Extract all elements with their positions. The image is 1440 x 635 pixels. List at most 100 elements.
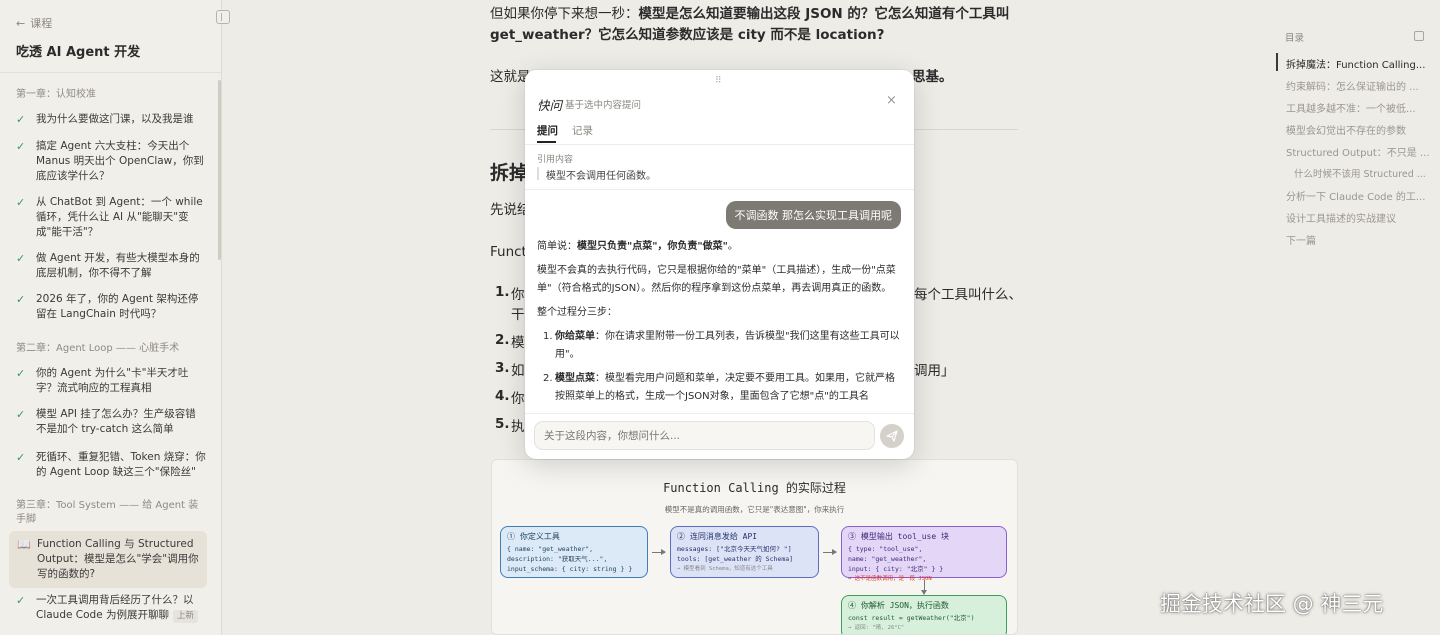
answer-paragraph: 简单说：模型只负责"点菜"，你负责"做菜"。 [537,241,738,252]
ask-input[interactable] [534,421,875,450]
list-item-text: 你 [511,391,525,407]
lesson-item[interactable]: ✓ 从 ChatBot 到 Agent：一个 while 循环，凭什么让 AI … [16,195,206,240]
sidebar: ← 课程 吃透 AI Agent 开发 第一章：认知校准 ✓ 我为什么要做这门课… [0,0,222,635]
list-item-text: 每个工具叫什么、 [914,287,1022,303]
toc-item[interactable]: 模型会幻觉出不存在的参数 [1286,122,1406,137]
lesson-item[interactable]: ✓ 模型 API 挂了怎么办？生产级容错不是加个 try-catch 这么简单 [16,407,206,437]
send-icon [886,430,898,442]
lesson-item[interactable]: ✓ 做 Agent 开发，有些大模型本身的底层机制，你不得不了解 [16,251,206,281]
diagram-step-3: ③ 模型输出 tool_use 块 { type: "tool_use", na… [841,526,1007,582]
diagram-step-2: ② 连同消息发给 API messages: ["北京今天天气如何? "] to… [670,526,819,578]
answer-step: 2. 模型点菜：模型看完用户问题和菜单，决定要不要用工具。如果用，它就严格按照菜单… [543,373,895,402]
check-icon: ✓ [16,140,26,153]
drag-handle-icon[interactable]: ⠿ [715,76,722,86]
article-paragraph-end: 思基。 [912,69,953,85]
lesson-title: 一次工具调用背后经历了什么？以 Claude Code 为例展开聊聊 上新 [36,593,206,623]
popup-divider [525,144,914,145]
close-icon[interactable]: × [886,93,897,108]
answer-paragraph: 模型不会真的去执行代码，它只是根据你给的"菜单"（工具描述），生成一份"点菜单"… [537,265,896,294]
lesson-title: 模型 API 挂了怎么办？生产级容错不是加个 try-catch 这么简单 [36,408,196,435]
book-icon: 📖 [17,538,31,551]
toc-item[interactable]: 工具越多越不准：一个被低... [1286,100,1416,115]
list-number: 2. [495,332,510,348]
popup-divider [525,189,914,190]
active-tab-indicator [537,141,556,143]
arrow-right-icon [823,549,837,555]
lesson-item[interactable]: ✓ 2026 年了，你的 Agent 架构还停留在 LangChain 时代吗？ [16,292,206,322]
tab-history[interactable]: 记录 [572,123,593,138]
assistant-answer: 简单说：模型只负责"点菜"，你负责"做菜"。 模型不会真的去执行代码，它只是根据… [537,238,902,413]
lesson-item[interactable]: ✓ 搞定 Agent 六大支柱：今天出个 Manus 明天出个 OpenClaw… [16,139,206,184]
toc-active-indicator [1276,53,1278,71]
quick-ask-popup: ⠿ 快问 基于选中内容提问 × 提问 记录 引用内容 模型不会调用任何函数。 不… [525,70,914,459]
list-item-text: 你 [511,287,525,303]
toc-item[interactable]: 下一篇 [1286,232,1316,247]
arrow-left-icon: ← [16,16,26,30]
quote-bar [537,167,539,180]
lesson-item[interactable]: ✓ 我为什么要做这门课，以及我是谁 [16,112,206,127]
lesson-title: 搞定 Agent 六大支柱：今天出个 Manus 明天出个 OpenClaw，你… [36,140,204,182]
check-icon: ✓ [16,594,26,607]
new-badge: 上新 [173,610,199,623]
arrow-right-icon [652,549,666,555]
lesson-item[interactable]: ✓ 你的 Agent 为什么"卡"半天才吐字？流式响应的工程真相 [16,366,206,396]
list-item-text: 执 [511,419,525,435]
list-item-text: 模 [511,335,525,351]
check-icon: ✓ [16,451,26,464]
list-number: 1. [495,284,510,300]
diagram-subtitle: 模型不是真的调用函数，它只是"表达意图"，你来执行 [664,505,845,514]
sidebar-scrollbar[interactable] [218,80,221,260]
list-number: 5. [495,416,510,432]
list-item-text: 调用」 [914,363,955,379]
popup-subtitle: 基于选中内容提问 [565,100,642,111]
diagram-title: Function Calling 的实际过程 [663,481,846,495]
lesson-item[interactable]: ✓ 死循环、重复犯错、Token 烧穿：你的 Agent Loop 缺这三个"保… [16,450,206,480]
lesson-title: 你的 Agent 为什么"卡"半天才吐字？流式响应的工程真相 [36,367,189,394]
answer-step: 1. 你给菜单：你在请求里附带一份工具列表，告诉模型"我们这里有这些工具可以用"。 [543,331,900,360]
lesson-title: 2026 年了，你的 Agent 架构还停留在 LangChain 时代吗？ [36,293,199,320]
toc-item[interactable]: 设计工具描述的实战建议 [1286,210,1396,225]
chapter-heading-3: 第三章：Tool System —— 给 Agent 装手脚 [16,500,199,525]
list-item-text: 干 [511,307,525,323]
toc-item[interactable]: 什么时候不该用 Structured ... [1294,166,1426,180]
send-button[interactable] [880,424,904,448]
check-icon: ✓ [16,252,26,265]
list-item-text: 如 [511,363,525,379]
quick-ask-logo: 快问 [537,98,563,113]
back-label: 课程 [30,17,53,30]
toc-item[interactable]: 约束解码：怎么保证输出的 ... [1286,78,1419,93]
toc-item[interactable]: 分析一下 Claude Code 的工... [1286,188,1425,203]
check-icon: ✓ [16,293,26,306]
toc-item[interactable]: Structured Output：不只是 ... [1286,144,1430,159]
article-paragraph: Funct [490,244,527,260]
toc-title: 目录 [1285,33,1305,44]
lesson-title: 做 Agent 开发，有些大模型本身的底层机制，你不得不了解 [36,252,200,279]
answer-paragraph: 整个过程分三步： [537,307,617,318]
function-calling-diagram: Function Calling 的实际过程 模型不是真的调用函数，它只是"表达… [491,459,1018,635]
tab-ask[interactable]: 提问 [537,123,558,138]
toc-collapse-icon[interactable] [1414,31,1424,41]
list-number: 3. [495,360,510,376]
arrow-down-icon [921,580,927,595]
back-to-courses-link[interactable]: ← 课程 [16,15,52,31]
check-icon: ✓ [16,196,26,209]
article-paragraph: 但如果你停下来想一秒：模型是怎么知道要输出这段 JSON 的？它怎么知道有个工具… [490,6,1010,22]
watermark: 掘金技术社区 @ 神三元 [1160,592,1384,616]
sidebar-collapse-icon[interactable] [216,10,230,24]
lesson-item[interactable]: ✓ 一次工具调用背后经历了什么？以 Claude Code 为例展开聊聊 上新 [16,593,206,623]
lesson-title: 我为什么要做这门课，以及我是谁 [36,113,194,125]
check-icon: ✓ [16,367,26,380]
course-title: 吃透 AI Agent 开发 [16,45,141,60]
lesson-item-active[interactable]: 📖 Function Calling 与 Structured Output：模… [9,531,207,588]
user-message-bubble: 不调函数 那怎么实现工具调用呢 [725,201,901,229]
lesson-title: 死循环、重复犯错、Token 烧穿：你的 Agent Loop 缺这三个"保险丝… [36,451,206,478]
quote-label: 引用内容 [537,155,574,165]
toc-item[interactable]: 拆掉魔法：Function Calling... [1286,56,1425,71]
sidebar-divider [0,72,221,73]
chapter-heading-2: 第二章：Agent Loop —— 心脏手术 [16,343,180,354]
article-paragraph: get_weather？它怎么知道参数应该是 city 而不是 location… [490,27,885,43]
section-heading: 拆掉 [490,162,529,184]
quote-text: 模型不会调用任何函数。 [546,171,656,182]
list-number: 4. [495,388,510,404]
check-icon: ✓ [16,408,26,421]
